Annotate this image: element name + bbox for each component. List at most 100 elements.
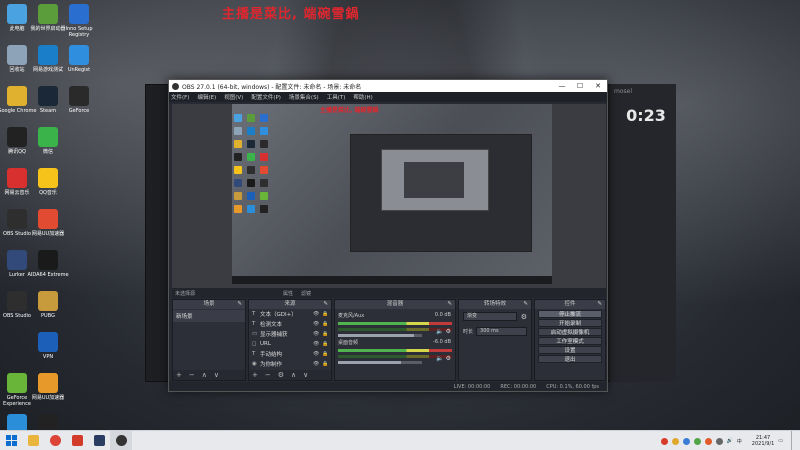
ime-indicator[interactable]: 中 — [737, 438, 742, 445]
desktop-icon[interactable]: PUBG — [25, 291, 71, 319]
source-item[interactable]: T 检测文本 👁 🔒 — [249, 319, 331, 329]
dock-area: 场景 ✎ 新场景 + − ∧ ∨ 来源 ✎ T 文本（GDI+） 👁 🔒 T 检测文本 👁 🔒 ▭ 显示器捕… — [172, 299, 606, 381]
gear-icon[interactable]: ⚙ — [446, 328, 451, 335]
eye-icon[interactable]: 👁 — [313, 321, 322, 327]
source-name: 文本（GDI+） — [260, 312, 297, 318]
preview-desktop-icon — [234, 192, 242, 200]
sources-dock-header: 来源 ✎ — [249, 300, 331, 309]
tray-icon[interactable] — [715, 437, 723, 445]
obs-taskbar-button[interactable] — [110, 430, 132, 450]
close-icon[interactable]: ✕ — [589, 82, 607, 90]
desktop-icon[interactable]: Inno Setup Registry — [56, 4, 102, 38]
menu-item[interactable]: 配置文件(P) — [251, 93, 281, 101]
preview-area[interactable]: 主播是菜比, 端碗雪鍋 — [172, 104, 606, 288]
obs-titlebar[interactable]: OBS 27.0.1 (64-bit, windows) - 配置文件: 未命名… — [169, 80, 607, 92]
desktop-icon[interactable]: 网易UU加速器 — [25, 373, 71, 401]
maximize-icon[interactable]: ☐ — [571, 82, 589, 90]
source-item[interactable]: T 手动结构 👁 🔒 — [249, 349, 331, 359]
obs-window: OBS 27.0.1 (64-bit, windows) - 配置文件: 未命名… — [168, 79, 608, 392]
duration-label: 时长 — [463, 329, 474, 335]
down-icon[interactable]: ∨ — [214, 371, 219, 379]
tray-icon[interactable] — [671, 437, 679, 445]
file-explorer-button[interactable] — [22, 431, 44, 450]
desktop-icon[interactable]: 微信 — [25, 127, 71, 155]
menu-item[interactable]: 工具(T) — [327, 93, 346, 101]
menu-item[interactable]: 帮助(H) — [353, 93, 372, 101]
desktop-icon[interactable]: GeForce — [56, 86, 102, 114]
dock-settings-icon[interactable]: ✎ — [597, 300, 602, 309]
sources-list: T 文本（GDI+） 👁 🔒 T 检测文本 👁 🔒 ▭ 显示器捕获 👁 🔒 ◻ URL 👁 🔒 T 手动结构 👁 🔒 ◉… — [249, 309, 331, 370]
dock-settings-icon[interactable]: ✎ — [447, 300, 452, 309]
desktop-icon[interactable]: UnRegist — [56, 45, 102, 73]
menu-item[interactable]: 编辑(E) — [197, 93, 216, 101]
add-icon[interactable]: + — [252, 371, 258, 379]
tray-icon[interactable] — [704, 437, 712, 445]
desktop-icon[interactable]: VPN — [25, 332, 71, 360]
source-item[interactable]: ◻ URL 👁 🔒 — [249, 339, 331, 349]
controls-buttons: 停止推流 开始录制 启动虚拟摄像机 工作室模式 设置 退出 — [535, 309, 605, 380]
eye-icon[interactable]: 👁 — [313, 351, 322, 357]
source-item[interactable]: ▭ 显示器捕获 👁 🔒 — [249, 329, 331, 339]
remove-icon[interactable]: − — [265, 371, 271, 379]
lock-icon[interactable]: 🔒 — [322, 331, 331, 337]
source-item[interactable]: T 文本（GDI+） 👁 🔒 — [249, 309, 331, 319]
filters-button[interactable]: 滤镜 — [301, 290, 311, 297]
remove-icon[interactable]: − — [189, 371, 195, 379]
minimize-icon[interactable]: — — [553, 82, 571, 90]
lock-icon[interactable]: 🔒 — [322, 341, 331, 347]
system-clock[interactable]: 21:47 2021/9/1 — [752, 435, 774, 447]
gear-icon[interactable]: ⚙ — [521, 313, 527, 321]
up-icon[interactable]: ∧ — [291, 371, 296, 379]
menu-item[interactable]: 视图(V) — [224, 93, 243, 101]
desktop-icon[interactable]: QQ音乐 — [25, 168, 71, 196]
chrome-button[interactable] — [44, 431, 66, 450]
source-item[interactable]: ◉ 为你制作 👁 🔒 — [249, 359, 331, 369]
down-icon[interactable]: ∨ — [303, 371, 308, 379]
notification-icon[interactable]: ▭ — [778, 438, 783, 444]
control-button[interactable]: 设置 — [538, 346, 602, 354]
eye-icon[interactable]: 👁 — [313, 331, 322, 337]
dock-settings-icon[interactable]: ✎ — [323, 300, 328, 309]
speaker-icon[interactable]: 🔈 — [436, 328, 445, 335]
gear-icon[interactable]: ⚙ — [446, 355, 451, 362]
lock-icon[interactable]: 🔒 — [322, 361, 331, 367]
live-status: LIVE: 00:00:00 — [453, 383, 491, 390]
menu-item[interactable]: 文件(F) — [171, 93, 189, 101]
cpu-status: CPU: 0.1%, 60.00 fps — [546, 383, 599, 390]
scene-item[interactable]: 新场景 — [173, 310, 245, 322]
gear-icon[interactable]: ⚙ — [278, 371, 284, 379]
eye-icon[interactable]: 👁 — [313, 361, 322, 367]
lock-icon[interactable]: 🔒 — [322, 351, 331, 357]
scenes-dock: 场景 ✎ 新场景 + − ∧ ∨ — [172, 299, 246, 381]
control-button[interactable]: 退出 — [538, 355, 602, 363]
menu-item[interactable]: 场景集合(S) — [289, 93, 319, 101]
duration-input[interactable]: 300 ms — [476, 327, 527, 336]
tray-icon[interactable] — [693, 437, 701, 445]
lurker-button[interactable] — [88, 431, 110, 450]
dock-settings-icon[interactable]: ✎ — [523, 300, 528, 309]
tray-icon[interactable] — [682, 437, 690, 445]
up-icon[interactable]: ∧ — [202, 371, 207, 379]
add-icon[interactable]: + — [176, 371, 182, 379]
control-button[interactable]: 开始录制 — [538, 319, 602, 327]
app-icon — [7, 250, 27, 270]
dock-settings-icon[interactable]: ✎ — [237, 300, 242, 309]
control-button[interactable]: 工作室模式 — [538, 337, 602, 345]
eye-icon[interactable]: 👁 — [313, 341, 322, 347]
desktop-icon[interactable]: 网易UU加速器 — [25, 209, 71, 237]
lock-icon[interactable]: 🔒 — [322, 311, 331, 317]
desktop-icon[interactable]: AIDA64 Extreme — [25, 250, 71, 278]
show-desktop-button[interactable] — [791, 431, 794, 450]
transition-select[interactable]: 渐变 — [463, 312, 517, 321]
properties-button[interactable]: 属性 — [283, 290, 293, 297]
volume-slider[interactable] — [338, 361, 422, 364]
eye-icon[interactable]: 👁 — [313, 311, 322, 317]
start-button[interactable] — [0, 431, 22, 450]
tray-icon[interactable] — [660, 437, 668, 445]
control-button[interactable]: 启动虚拟摄像机 — [538, 328, 602, 336]
speaker-icon[interactable]: 🔈 — [436, 355, 445, 362]
app-button[interactable] — [66, 431, 88, 450]
volume-icon[interactable]: 🔊 — [727, 438, 733, 444]
lock-icon[interactable]: 🔒 — [322, 321, 331, 327]
control-button[interactable]: 停止推流 — [538, 310, 602, 318]
